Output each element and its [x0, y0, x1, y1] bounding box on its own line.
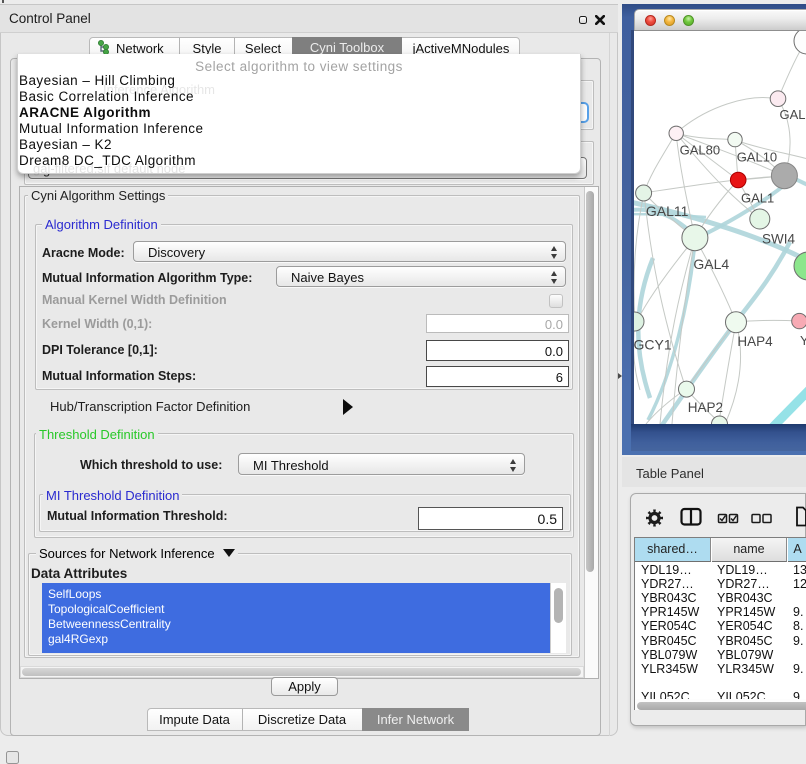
- svg-text:HAP4: HAP4: [737, 334, 773, 349]
- svg-text:SWI4: SWI4: [762, 232, 795, 247]
- svg-text:HAP2: HAP2: [688, 400, 723, 415]
- svg-text:GAL4: GAL4: [693, 256, 729, 272]
- svg-text:GAL10: GAL10: [737, 150, 777, 165]
- svg-text:Y: Y: [800, 333, 806, 348]
- svg-text:GAL80: GAL80: [680, 143, 720, 158]
- svg-text:GAL1: GAL1: [741, 191, 774, 206]
- svg-text:GAL11: GAL11: [646, 203, 689, 219]
- svg-text:GAL7: GAL7: [780, 107, 806, 122]
- svg-text:GCY1: GCY1: [634, 337, 672, 353]
